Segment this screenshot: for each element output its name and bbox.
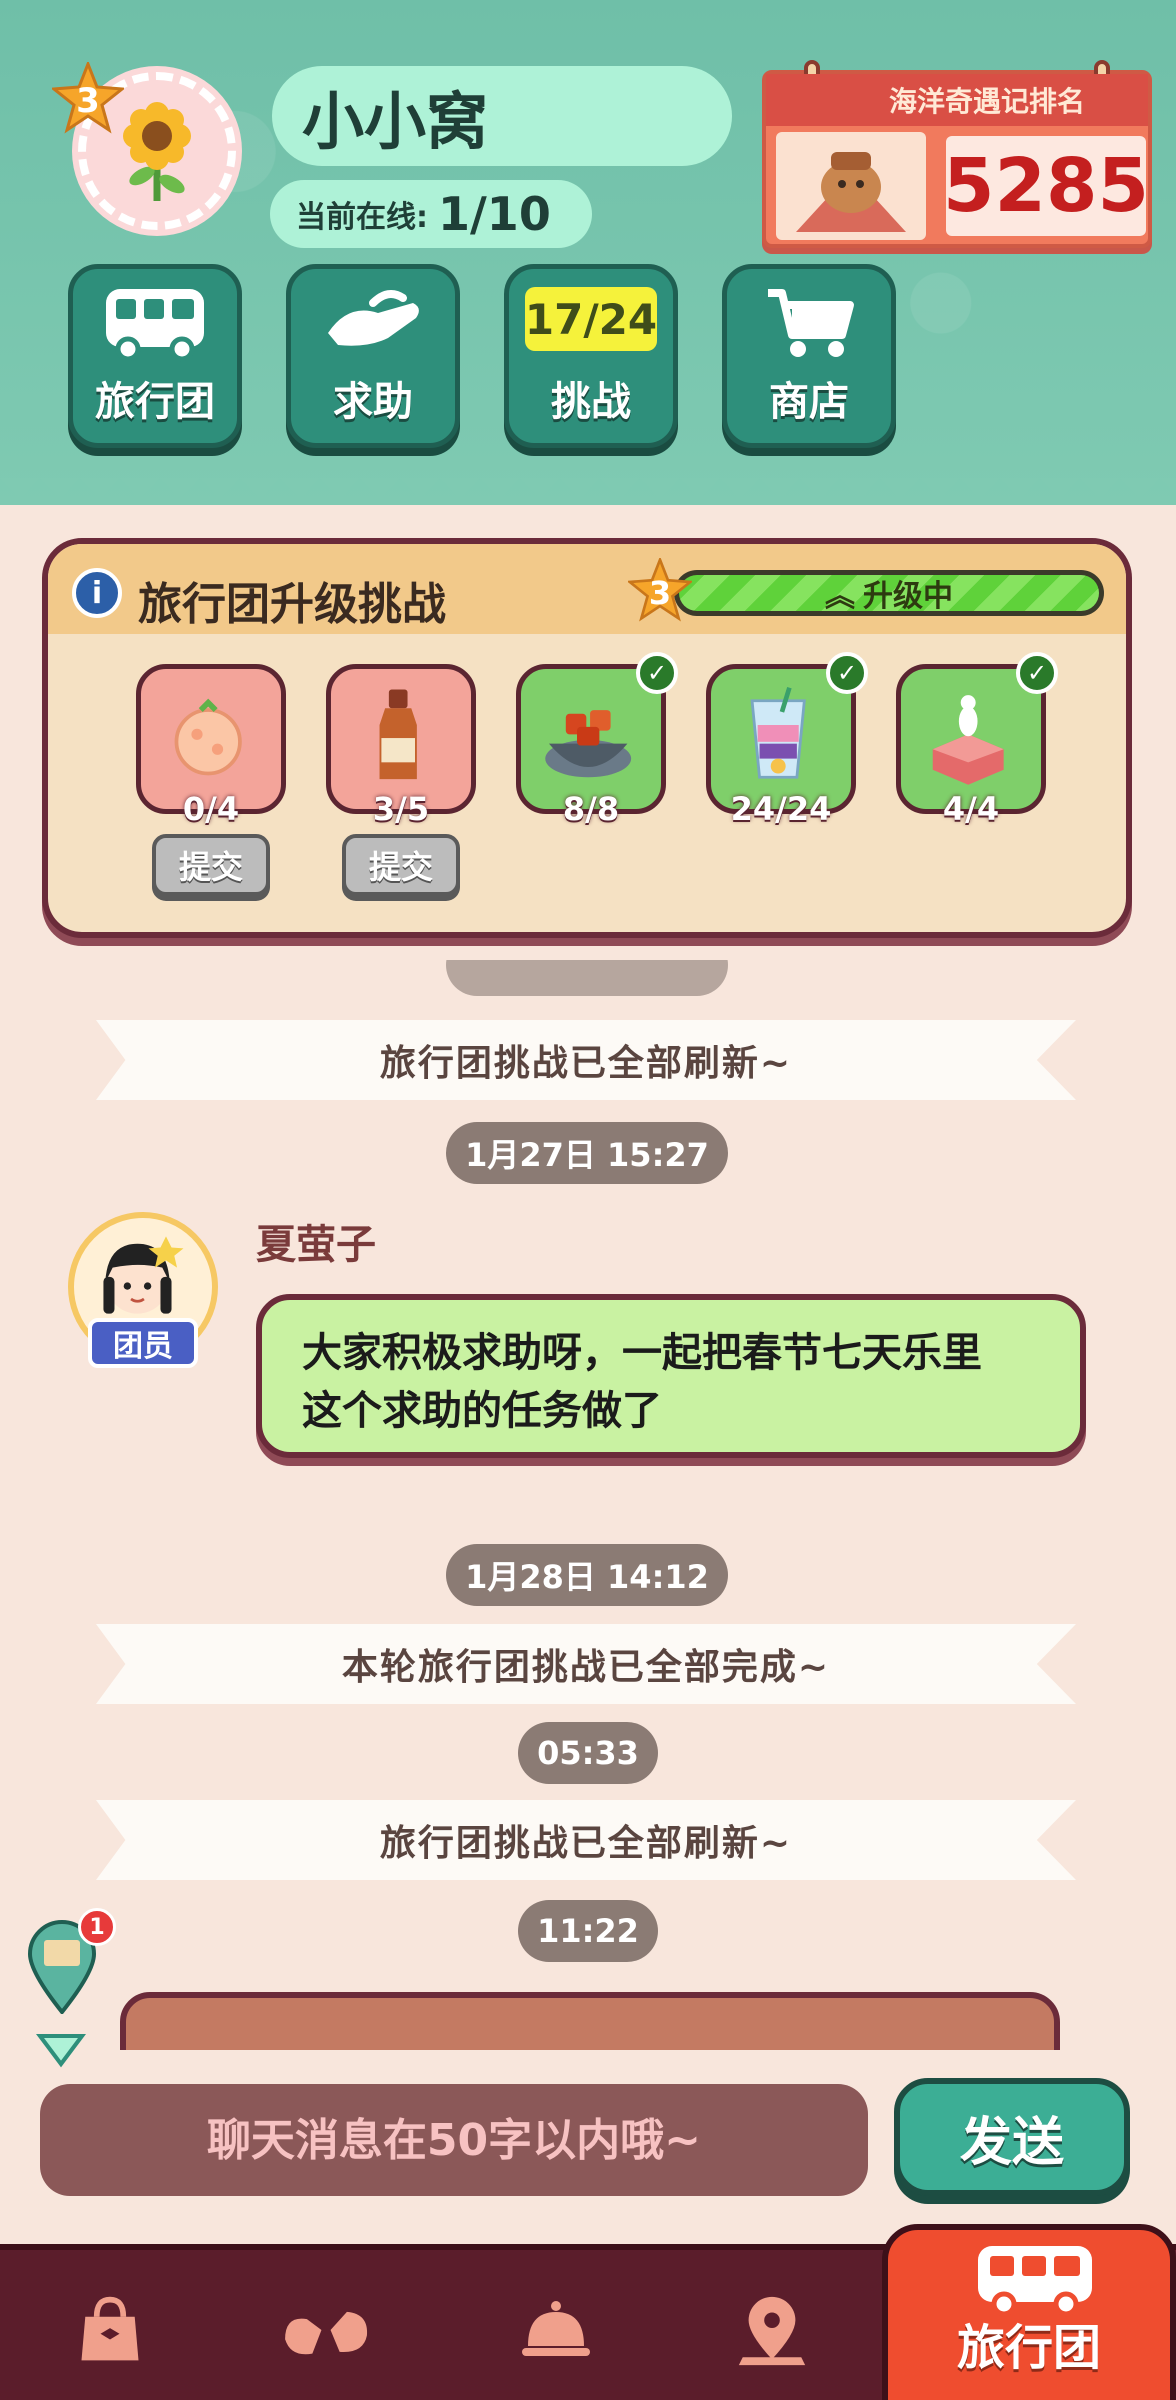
challenge-label: 挑战 xyxy=(551,379,631,425)
time-stamp-partial xyxy=(446,960,728,996)
online-count: 当前在线: 1/10 xyxy=(270,180,592,248)
unread-badge: 1 xyxy=(78,1908,116,1946)
time-stamp: 1月28日 14:12 xyxy=(446,1544,728,1606)
challenge-button[interactable]: 17/24 挑战 xyxy=(504,264,678,448)
cake-icon xyxy=(932,695,1004,785)
time-stamp: 11:22 xyxy=(518,1900,658,1962)
system-message: 旅行团挑战已全部刷新~ xyxy=(96,1020,1076,1100)
chat-input-bar: 发送 xyxy=(0,2060,1176,2230)
challenge-level-number: 3 xyxy=(648,574,672,612)
challenge-counter: 17/24 xyxy=(525,287,657,351)
send-button[interactable]: 发送 xyxy=(894,2078,1130,2196)
chat-input[interactable] xyxy=(40,2084,868,2196)
parfait-icon xyxy=(750,686,806,779)
shop-label: 商店 xyxy=(769,379,849,425)
nav-service[interactable] xyxy=(506,2280,606,2380)
chat-feed[interactable]: 旅行团挑战已全部刷新~ 1月27日 15:27 团员 夏萤子 大家积极求助呀，一… xyxy=(0,960,1176,2050)
bowl-dish-icon xyxy=(545,710,632,778)
submit-button[interactable]: 提交 xyxy=(152,834,270,896)
sauce-bottle-icon xyxy=(379,689,417,780)
map-pin-icon xyxy=(738,2296,806,2366)
ranking-title: 海洋奇遇记排名 xyxy=(766,74,1148,126)
submit-button[interactable]: 提交 xyxy=(342,834,460,896)
home-name: 小小窝 xyxy=(272,66,732,166)
upgrade-challenge-panel: i 旅行团升级挑战 ︽ 升级中 3 0/4 提交 3/5 提交 ✓ 8/8 ✓ … xyxy=(42,538,1132,938)
member-role-badge: 团员 xyxy=(88,1318,198,1368)
chat-message-line: 这个求助的任务做了 xyxy=(302,1388,662,1434)
sender-name: 夏萤子 xyxy=(256,1222,376,1268)
ranking-card[interactable]: 海洋奇遇记排名 5285 xyxy=(762,60,1152,248)
check-icon: ✓ xyxy=(826,652,868,694)
item-count: 24/24 xyxy=(730,790,832,828)
challenge-level-badge: 3 xyxy=(626,556,694,622)
bag-icon xyxy=(81,2296,139,2361)
nav-bag[interactable] xyxy=(60,2280,160,2380)
online-value: 1/10 xyxy=(438,187,551,241)
help-request-card-partial[interactable] xyxy=(120,1992,1060,2050)
time-stamp: 05:33 xyxy=(518,1722,658,1784)
chat-message-line: 大家积极求助呀，一起把春节七天乐里 xyxy=(302,1330,982,1376)
system-message: 本轮旅行团挑战已全部完成~ xyxy=(96,1624,1076,1704)
bottom-nav: 旅行团 xyxy=(0,2224,1176,2400)
helping-hand-icon xyxy=(301,277,445,369)
nav-tour-group-active[interactable]: 旅行团 xyxy=(882,2224,1176,2400)
nav-friends[interactable] xyxy=(276,2280,376,2380)
item-count: 3/5 xyxy=(372,790,430,828)
level-star-badge: 3 xyxy=(50,59,126,134)
info-icon[interactable]: i xyxy=(72,568,122,618)
header-divider xyxy=(0,478,1176,518)
shopping-cart-icon xyxy=(737,277,881,369)
sunflower-icon xyxy=(123,102,191,201)
shop-button[interactable]: 商店 xyxy=(722,264,896,448)
chat-bubble: 大家积极求助呀，一起把春节七天乐里 这个求助的任务做了 xyxy=(256,1294,1086,1458)
help-label: 求助 xyxy=(333,379,413,425)
ranking-value: 5285 xyxy=(943,136,1149,236)
upgrade-progress-fill: ︽ 升级中 xyxy=(679,575,1099,614)
tour-group-label: 旅行团 xyxy=(95,379,215,425)
system-message: 旅行团挑战已全部刷新~ xyxy=(96,1800,1076,1880)
time-stamp: 1月27日 15:27 xyxy=(446,1122,728,1184)
item-count: 8/8 xyxy=(562,790,620,828)
nav-active-label: 旅行团 xyxy=(956,2320,1101,2376)
header: 3 小小窝 当前在线: 1/10 海洋奇遇记排名 5285 旅行团 求助 17/… xyxy=(0,0,1176,505)
friends-icon xyxy=(285,2311,368,2355)
check-icon: ✓ xyxy=(636,652,678,694)
upgrade-progress-bar: ︽ 升级中 xyxy=(674,570,1104,616)
help-button[interactable]: 求助 xyxy=(286,264,460,448)
service-bell-icon xyxy=(522,2301,590,2356)
check-icon: ✓ xyxy=(1016,652,1058,694)
item-count: 4/4 xyxy=(942,790,1000,828)
tour-group-button[interactable]: 旅行团 xyxy=(68,264,242,448)
online-label: 当前在线: xyxy=(296,200,428,235)
ranking-mascot-image xyxy=(776,132,926,240)
chevrons-up-icon: ︽ xyxy=(825,579,855,614)
upgrade-status-label: 升级中 xyxy=(863,579,953,614)
bus-icon xyxy=(83,277,227,369)
nav-map[interactable] xyxy=(722,2280,822,2380)
challenge-title: 旅行团升级挑战 xyxy=(138,579,446,630)
pink-sweet-icon xyxy=(174,698,242,776)
level-number: 3 xyxy=(76,81,100,121)
item-count: 0/4 xyxy=(182,790,240,828)
challenge-header: i 旅行团升级挑战 ︽ 升级中 3 xyxy=(48,544,1126,634)
